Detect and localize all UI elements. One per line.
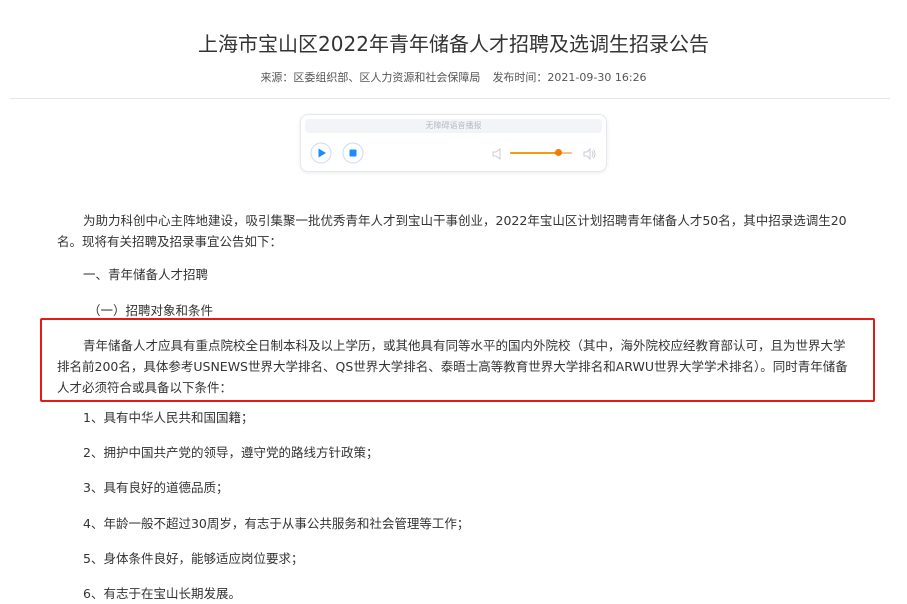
title-divider <box>10 98 890 99</box>
condition-item: 5、身体条件良好，能够适应岗位要求； <box>83 551 304 566</box>
condition-item: 4、年龄一般不超过30周岁，有志于从事公共服务和社会管理等工作； <box>83 516 470 531</box>
player-banner: 无障碍语音播报 <box>305 119 602 133</box>
condition-item: 1、具有中华人民共和国国籍； <box>83 410 254 425</box>
play-button[interactable] <box>310 142 332 164</box>
volume-knob[interactable] <box>554 149 562 156</box>
article-title: 上海市宝山区2022年青年储备人才招聘及选调生招录公告 <box>198 32 709 56</box>
volume-low-icon[interactable] <box>491 146 505 160</box>
stop-icon <box>342 142 364 164</box>
intro-text: 为助力科创中心主阵地建设，吸引集聚一批优秀青年人才到宝山干事创业，2022年宝山… <box>57 213 847 249</box>
play-icon <box>310 142 332 164</box>
volume-fill <box>510 152 559 154</box>
source-label: 来源：区委组织部、区人力资源和社会保障局 <box>260 71 481 84</box>
article-meta: 来源：区委组织部、区人力资源和社会保障局 发布时间：2021-09-30 16:2… <box>0 70 907 86</box>
highlight-box <box>40 318 875 402</box>
volume-slider[interactable] <box>510 152 572 154</box>
intro-paragraph: 为助力科创中心主阵地建设，吸引集聚一批优秀青年人才到宝山干事创业，2022年宝山… <box>57 210 857 252</box>
volume-high-icon[interactable] <box>583 146 597 161</box>
stop-button[interactable] <box>342 142 364 164</box>
publish-time: 发布时间：2021-09-30 16:26 <box>492 71 647 84</box>
condition-item: 3、具有良好的道德品质； <box>83 480 229 495</box>
condition-item: 2、拥护中国共产党的领导，遵守党的路线方针政策； <box>83 445 379 460</box>
section-heading: 一、青年储备人才招聘 <box>83 267 209 282</box>
condition-item: 6、有志于在宝山长期发展。 <box>83 586 241 601</box>
